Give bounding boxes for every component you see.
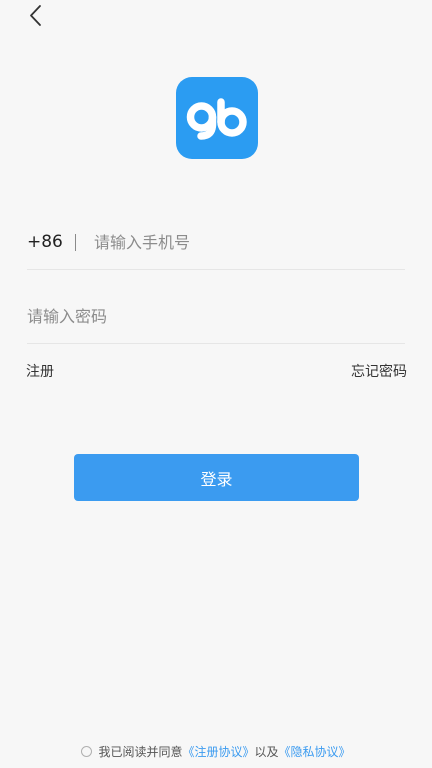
country-code-selector[interactable]: +86 [27, 232, 63, 252]
register-link[interactable]: 注册 [26, 361, 54, 381]
password-underline [27, 343, 405, 344]
password-input[interactable] [27, 301, 397, 331]
chevron-left-icon [30, 5, 41, 26]
login-button[interactable]: 登录 [74, 454, 359, 501]
field-divider [75, 234, 76, 251]
phone-number-input[interactable] [94, 227, 394, 257]
phone-underline [27, 269, 405, 270]
app-logo [176, 77, 258, 159]
agreement-prefix: 我已阅读并同意 [98, 744, 183, 759]
phone-field-row: +86 [27, 214, 405, 270]
password-field-row [27, 288, 405, 344]
gb-logo-icon [186, 98, 247, 140]
forgot-password-link[interactable]: 忘记密码 [351, 361, 407, 381]
agreement-conjunction: 以及 [254, 744, 279, 759]
agreement-row: 我已阅读并同意 《注册协议》 以及 《隐私协议》 [0, 741, 432, 761]
agreement-checkbox[interactable] [81, 745, 93, 757]
back-button[interactable] [22, 2, 50, 30]
privacy-agreement-link[interactable]: 《隐私协议》 [279, 743, 351, 760]
register-agreement-link[interactable]: 《注册协议》 [182, 743, 254, 760]
